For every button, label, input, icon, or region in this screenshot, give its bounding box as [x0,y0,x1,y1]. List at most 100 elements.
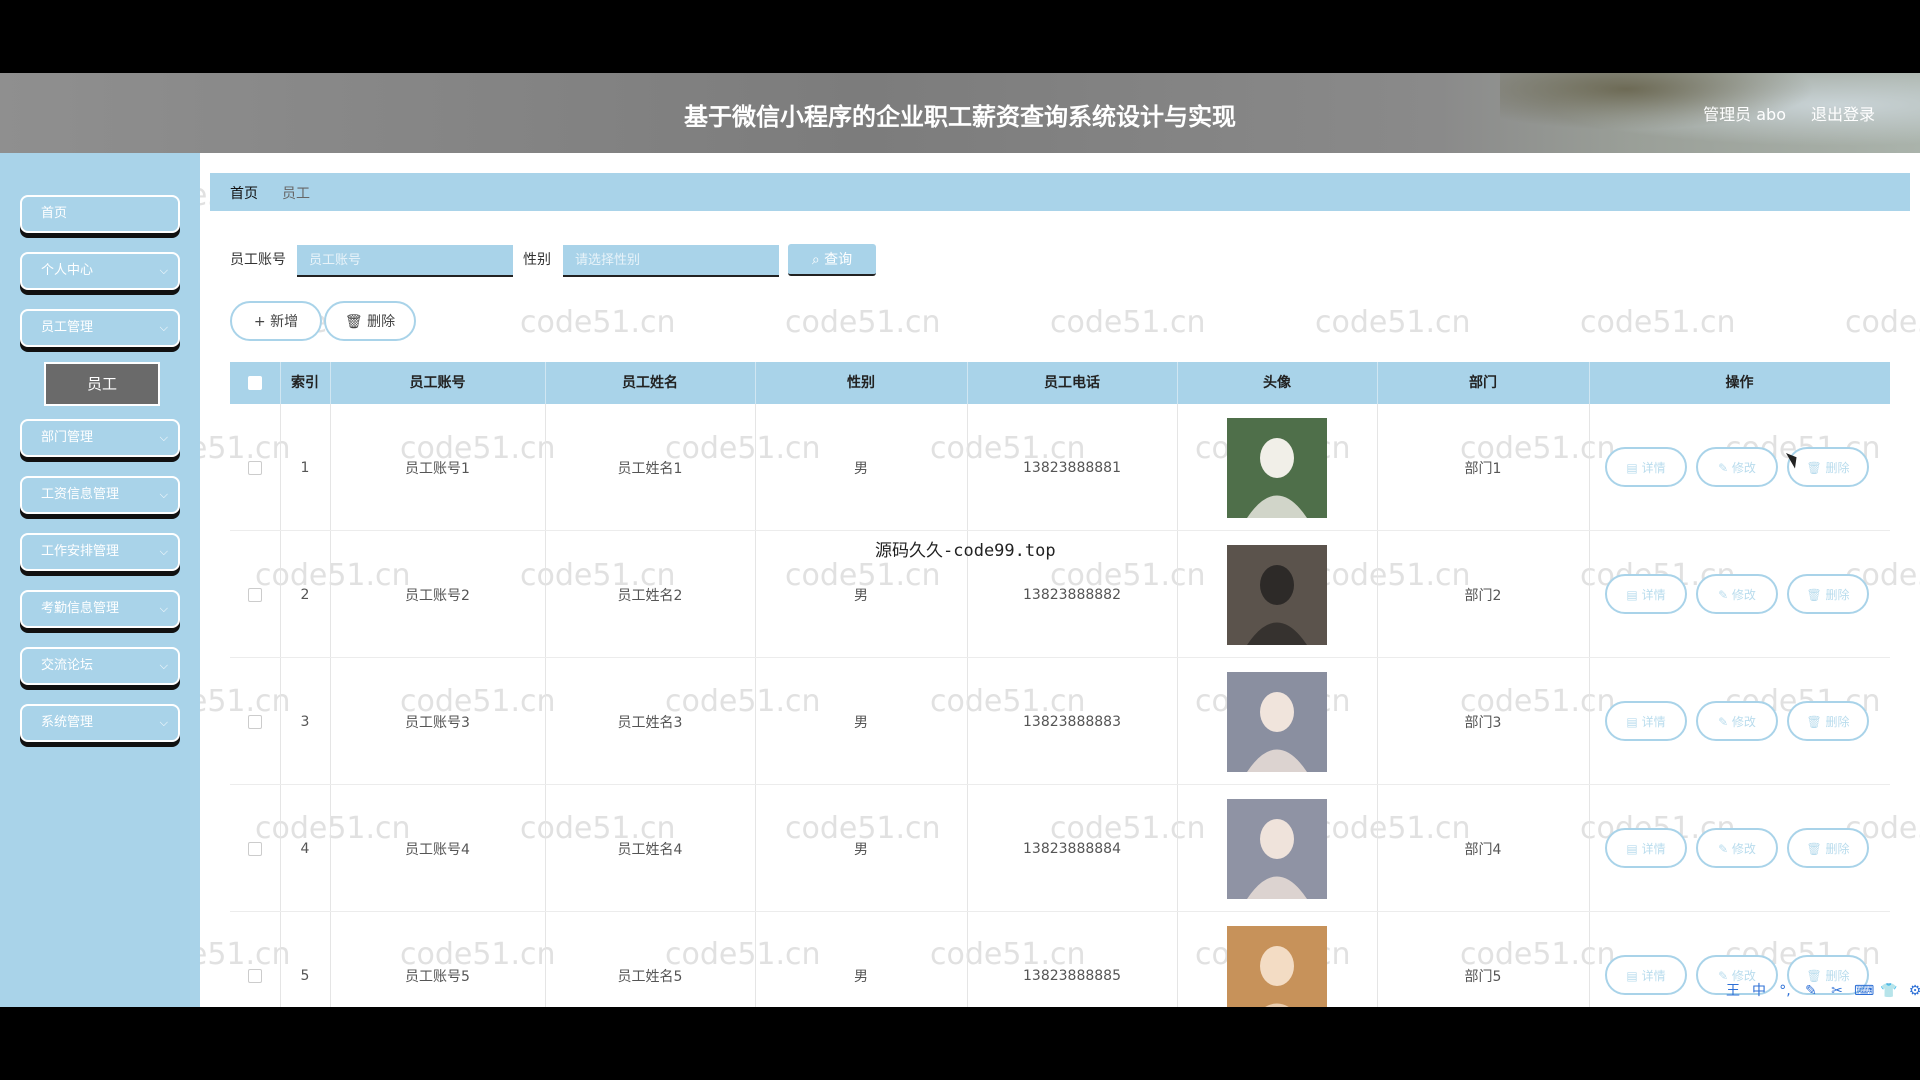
sidebar-item[interactable]: 首页 [20,195,180,233]
edit-button[interactable]: ✎ 修改 [1696,574,1778,614]
breadcrumb-current: 员工 [282,186,310,202]
sidebar-item[interactable]: 考勤信息管理 ⌵ [20,590,180,628]
watermark-text: code51.cn [785,305,941,340]
row-checkbox[interactable] [248,714,262,729]
batch-delete-button[interactable]: 🗑 删除 [324,301,416,341]
cell-avatar [1177,531,1377,658]
edit-button[interactable]: ✎ 修改 [1696,828,1778,868]
cell-gender: 男 [854,841,868,858]
breadcrumb: 首页 员工 [210,173,1910,211]
row-checkbox[interactable] [248,968,262,983]
cell-name: 员工姓名5 [617,968,683,985]
detail-button[interactable]: ▤ 详情 [1605,828,1687,868]
col-avatar: 头像 [1263,375,1291,391]
cell-account: 员工账号2 [405,587,470,604]
gender-search-label: 性别 [523,252,551,268]
ime-toolbar-icon[interactable]: ⌨ [1854,982,1874,1000]
ime-toolbar-icon[interactable]: 👕 [1880,982,1898,1000]
sidebar-item-label: 考勤信息管理 [41,601,120,616]
col-actions: 操作 [1725,375,1754,391]
sidebar-item-label: 部门管理 [41,430,94,445]
cell-account: 员工账号1 [405,460,470,477]
watermark-text: code51.cn [1845,305,1920,340]
sidebar-item[interactable]: 个人中心 ⌵ [20,252,180,290]
cell-dept: 部门5 [1464,968,1502,985]
sidebar-item-label: 工资信息管理 [41,487,120,502]
sidebar-item[interactable]: 员工管理 ⌵ [20,309,180,347]
cell-phone: 13823888883 [1023,713,1121,730]
ime-toolbar-icon[interactable]: ✂ [1828,982,1846,1000]
cell-dept: 部门1 [1464,460,1502,477]
cell-gender: 男 [854,460,868,477]
sidebar-subitem-active[interactable]: 员工 [44,362,160,406]
watermark-text: code51.cn [1050,305,1206,340]
search-button[interactable]: ⌕ 查询 [788,244,876,276]
table-row: 1 员工账号1 员工姓名1 男 13823888881 部门1 ▤ 详情 ✎ 修改 🗑 删除 [230,404,1890,531]
chevron-down-icon: ⌵ [159,488,168,501]
ime-toolbar-icon[interactable]: 中 [1750,982,1768,1000]
table-row: 5 员工账号5 员工姓名5 男 13823888885 部门5 ▤ 详情 ✎ 修改 🗑 删除 [230,912,1890,1007]
cell-account: 员工账号3 [405,714,470,731]
account-search-label: 员工账号 [230,252,286,268]
cell-index: 1 [300,459,310,476]
watermark-text: code51.cn [1315,305,1471,340]
edit-button[interactable]: ✎ 修改 [1696,701,1778,741]
detail-button[interactable]: ▤ 详情 [1605,574,1687,614]
gender-search-select[interactable] [563,245,779,277]
delete-button[interactable]: 🗑 删除 [1787,701,1869,741]
watermark-text: code51.cn [520,305,676,340]
cell-phone: 13823888881 [1023,459,1121,476]
cell-account: 员工账号5 [405,968,470,985]
column-divider [280,362,281,404]
sidebar-item-label: 个人中心 [41,263,94,278]
cell-actions: ▤ 详情 ✎ 修改 🗑 删除 [1589,404,1890,531]
logout-link[interactable]: 退出登录 [1811,101,1875,125]
detail-button[interactable]: ▤ 详情 [1605,955,1687,995]
edit-button[interactable]: ✎ 修改 [1696,447,1778,487]
avatar [1227,544,1327,645]
cell-dept: 部门2 [1464,587,1502,604]
add-button[interactable]: + 新增 [230,301,322,341]
ime-toolbar-icon[interactable]: 王 [1724,982,1742,1000]
chevron-down-icon: ⌵ [159,659,168,672]
sidebar-item[interactable]: 交流论坛 ⌵ [20,647,180,685]
col-name: 员工姓名 [622,375,678,391]
chevron-down-icon: ⌵ [159,321,168,334]
ime-toolbar-icon[interactable]: ✎ [1802,982,1820,1000]
column-divider [1177,362,1178,404]
delete-button[interactable]: 🗑 删除 [1787,828,1869,868]
cell-name: 员工姓名2 [617,587,683,604]
row-checkbox-cell [230,785,280,912]
column-divider [967,362,968,404]
detail-button[interactable]: ▤ 详情 [1605,447,1687,487]
avatar [1227,671,1327,772]
sidebar-item[interactable]: 工作安排管理 ⌵ [20,533,180,571]
row-checkbox[interactable] [248,841,262,856]
row-checkbox[interactable] [248,587,262,602]
delete-button[interactable]: 🗑 删除 [1787,574,1869,614]
ime-toolbar-icon[interactable]: ⚙ [1906,982,1920,1000]
row-checkbox[interactable] [248,460,262,475]
sidebar-item-label: 交流论坛 [41,658,94,673]
cell-phone: 13823888884 [1023,840,1121,857]
cell-avatar [1177,658,1377,785]
cell-name: 员工姓名4 [617,841,683,858]
cell-account: 员工账号4 [405,841,470,858]
delete-button[interactable]: 🗑 删除 [1787,447,1869,487]
account-search-input[interactable] [297,245,513,277]
select-all-checkbox[interactable] [248,376,262,390]
table-row: 2 员工账号2 员工姓名2 男 13823888882 部门2 ▤ 详情 ✎ 修改 🗑 删除 [230,531,1890,658]
sidebar-item[interactable]: 部门管理 ⌵ [20,419,180,457]
sidebar-item[interactable]: 工资信息管理 ⌵ [20,476,180,514]
chevron-down-icon: ⌵ [159,431,168,444]
row-checkbox-cell [230,531,280,658]
ime-toolbar: 王中 °, ✎ ✂ ⌨ 👕 ⚙ [1724,978,1920,1004]
col-gender: 性别 [847,375,875,391]
detail-button[interactable]: ▤ 详情 [1605,701,1687,741]
cell-actions: ▤ 详情 ✎ 修改 🗑 删除 [1589,531,1890,658]
cell-index: 3 [300,713,310,730]
chevron-down-icon: ⌵ [159,602,168,615]
breadcrumb-home[interactable]: 首页 [230,183,258,203]
sidebar-item[interactable]: 系统管理 ⌵ [20,704,180,742]
ime-toolbar-icon[interactable]: °, [1776,982,1794,1000]
